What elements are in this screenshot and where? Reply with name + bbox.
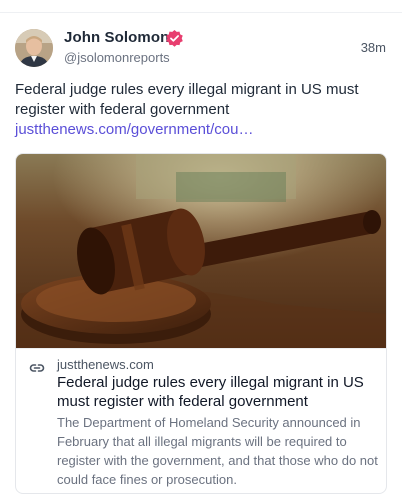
author-handle[interactable]: @jsolomonreports [64,50,170,65]
post-timestamp[interactable]: 38m [361,40,386,55]
post-body: Federal judge rules every illegal migran… [15,81,359,118]
link-icon [29,360,45,376]
card-domain[interactable]: justthenews.com [57,357,154,372]
link-preview-card[interactable]: justthenews.com Federal judge rules ever… [15,153,387,494]
card-title[interactable]: Federal judge rules every illegal migran… [57,373,379,411]
avatar[interactable] [15,29,53,67]
card-image[interactable] [16,154,386,348]
verified-badge-icon [165,29,184,48]
post: John Solomon @jsolomonreports 38m Federa… [0,0,402,500]
card-meta: justthenews.com Federal judge rules ever… [16,348,386,493]
card-description: The Department of Homeland Security anno… [57,415,378,487]
post-text: Federal judge rules every illegal migran… [15,80,387,140]
author-name[interactable]: John Solomon [64,29,169,46]
post-link[interactable]: justthenews.com/government/cou… [15,121,253,138]
